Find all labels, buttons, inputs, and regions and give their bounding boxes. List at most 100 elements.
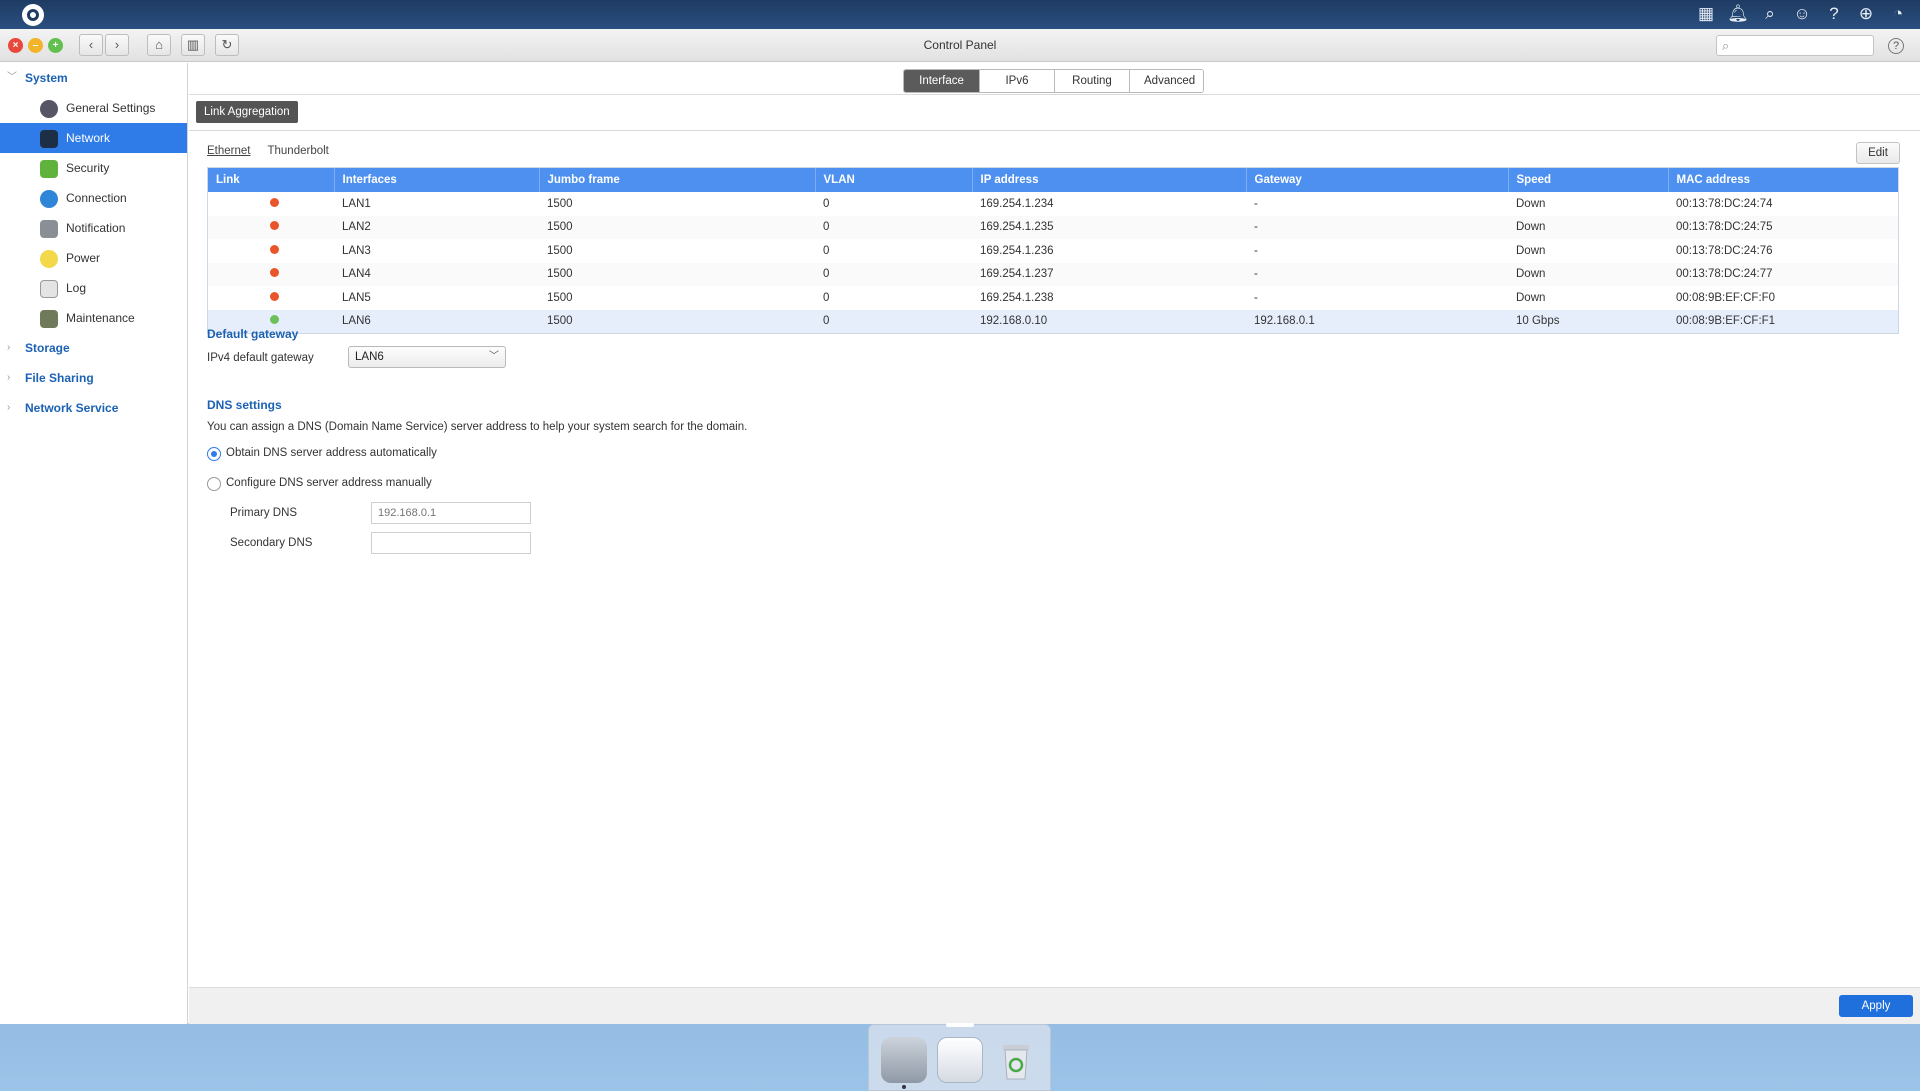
- language-globe-icon[interactable]: ⊕: [1854, 3, 1878, 25]
- sidebar-item-power[interactable]: Power: [0, 243, 187, 273]
- globe-icon: [40, 190, 58, 208]
- dns-description: You can assign a DNS (Domain Name Servic…: [207, 421, 748, 433]
- ip-address-cell: 169.254.1.236: [980, 244, 1054, 257]
- sidebar-item-network[interactable]: Network: [0, 123, 187, 153]
- sidebar-item-log[interactable]: Log: [0, 273, 187, 303]
- notification-bell-icon[interactable]: 🔔︎: [1726, 3, 1750, 25]
- qnap-logo-icon[interactable]: [22, 3, 44, 26]
- dashboard-icon[interactable]: ◔: [1886, 3, 1910, 25]
- interface-cell: LAN1: [342, 197, 371, 210]
- search-box[interactable]: ⌕: [1716, 35, 1874, 56]
- secondary-dns-label: Secondary DNS: [230, 537, 313, 549]
- network-icon: [40, 130, 58, 148]
- speed-cell: Down: [1516, 244, 1546, 257]
- vlan-cell: 0: [823, 197, 830, 210]
- control-panel-app-icon[interactable]: [881, 1037, 927, 1083]
- tab-advanced[interactable]: Advanced: [1129, 70, 1203, 92]
- dock: [868, 1023, 1051, 1091]
- bulb-icon: [40, 250, 58, 268]
- link-down-status-icon: [270, 197, 279, 207]
- column-header-vlan[interactable]: VLAN: [814, 168, 972, 192]
- chevron-right-icon: ›: [7, 402, 11, 413]
- table-row[interactable]: LAN6 1500 0 192.168.0.10 192.168.0.1 10 …: [208, 309, 1898, 333]
- gateway-cell: -: [1246, 262, 1508, 286]
- column-header-jumbo-frame[interactable]: Jumbo frame: [538, 168, 815, 192]
- main-content: Interface IPv6 Routing Advanced Link Agg…: [189, 63, 1920, 1024]
- ip-address-cell: 169.254.1.237: [972, 262, 1246, 286]
- chevron-down-icon: ﹀: [489, 351, 499, 362]
- app-center-icon[interactable]: [937, 1037, 983, 1083]
- interface-cell: LAN4: [334, 262, 539, 286]
- table-row[interactable]: LAN1 1500 0 169.254.1.234 - Down 00:13:7…: [208, 192, 1898, 216]
- speed-cell: Down: [1508, 215, 1668, 239]
- link-aggregation-button[interactable]: Link Aggregation: [196, 101, 298, 123]
- mac-address-cell: 00:08:9B:EF:CF:F0: [1676, 291, 1776, 304]
- bell-icon: [40, 220, 58, 238]
- log-icon: [40, 280, 58, 298]
- divider: [189, 94, 1920, 95]
- dns-manual-radio[interactable]: [207, 477, 221, 491]
- sidebar-item-security[interactable]: Security: [0, 153, 187, 183]
- subtab-thunderbolt[interactable]: Thunderbolt: [267, 145, 328, 157]
- subtab-ethernet[interactable]: Ethernet: [207, 145, 250, 157]
- sidebar-group-label: Storage: [25, 341, 70, 355]
- tab-routing[interactable]: Routing: [1054, 70, 1129, 92]
- user-icon[interactable]: ☺: [1790, 3, 1814, 25]
- column-header-link[interactable]: Link: [208, 168, 334, 192]
- link-cell: [208, 262, 334, 286]
- tab-interface[interactable]: Interface: [904, 70, 979, 92]
- dns-auto-label[interactable]: Obtain DNS server address automatically: [226, 447, 437, 459]
- tab-ipv6[interactable]: IPv6: [979, 70, 1054, 92]
- interface-cell: LAN3: [342, 244, 371, 257]
- help-icon[interactable]: ?: [1822, 3, 1846, 25]
- sidebar-group-file-sharing[interactable]: › File Sharing: [0, 363, 187, 393]
- search-input[interactable]: [1739, 38, 1869, 53]
- sidebar-group-label: System: [25, 71, 68, 85]
- search-icon[interactable]: ⌕: [1758, 3, 1782, 25]
- column-header-ip-address[interactable]: IP address: [971, 168, 1246, 192]
- sidebar-item-notification[interactable]: Notification: [0, 213, 187, 243]
- sidebar-item-general-settings[interactable]: General Settings: [0, 93, 187, 123]
- table-row[interactable]: LAN2 1500 0 169.254.1.235 - Down 00:13:7…: [208, 215, 1898, 239]
- dock-handle[interactable]: [946, 1023, 974, 1027]
- sidebar-item-label: Power: [66, 251, 101, 265]
- link-cell: [208, 192, 334, 216]
- column-header-interfaces[interactable]: Interfaces: [333, 168, 539, 192]
- tab-bar: Interface IPv6 Routing Advanced: [903, 69, 1204, 93]
- search-icon: ⌕: [1722, 38, 1730, 53]
- ipv4-default-gateway-select[interactable]: LAN6 ﹀: [348, 346, 506, 368]
- help-icon[interactable]: ?: [1888, 38, 1904, 54]
- control-panel-window: × – + ‹ › ⌂ ▥ ↻ Control Panel ⌕ ? ﹀ Syst…: [0, 29, 1920, 1024]
- table-row[interactable]: LAN4 1500 0 169.254.1.237 - Down 00:13:7…: [208, 262, 1898, 286]
- sidebar-item-maintenance[interactable]: Maintenance: [0, 303, 187, 333]
- secondary-dns-input[interactable]: [371, 532, 531, 554]
- recycle-bin-icon[interactable]: [993, 1037, 1039, 1083]
- table-row[interactable]: LAN3 1500 0 169.254.1.236 - Down 00:13:7…: [208, 239, 1898, 263]
- sidebar-item-label: Maintenance: [66, 311, 135, 325]
- table-header-row: Link Interfaces Jumbo frame VLAN IP addr…: [208, 168, 1898, 192]
- mac-address-cell: 00:08:9B:EF:CF:F1: [1668, 309, 1898, 333]
- footer-bar: Apply: [189, 987, 1920, 1024]
- system-bar: ▦ 🔔︎ ⌕ ☺ ? ⊕ ◔: [0, 0, 1920, 29]
- interface-cell: LAN5: [342, 291, 371, 304]
- sidebar: ﹀ System General Settings Network Securi…: [0, 63, 188, 1024]
- sidebar-group-storage[interactable]: › Storage: [0, 333, 187, 363]
- dns-manual-label[interactable]: Configure DNS server address manually: [226, 477, 432, 489]
- gateway-cell: -: [1246, 215, 1508, 239]
- column-header-speed[interactable]: Speed: [1507, 168, 1668, 192]
- running-indicator: [902, 1085, 906, 1089]
- apply-button[interactable]: Apply: [1839, 995, 1913, 1017]
- edit-button[interactable]: Edit: [1856, 142, 1900, 164]
- table-row[interactable]: LAN5 1500 0 169.254.1.238 - Down 00:08:9…: [208, 286, 1898, 310]
- primary-dns-input[interactable]: [371, 502, 531, 524]
- sidebar-item-connection[interactable]: Connection: [0, 183, 187, 213]
- dns-auto-radio[interactable]: [207, 447, 221, 461]
- apps-grid-icon[interactable]: ▦: [1694, 3, 1718, 25]
- column-header-gateway[interactable]: Gateway: [1245, 168, 1508, 192]
- default-gateway-heading: Default gateway: [207, 327, 299, 341]
- tools-icon: [40, 310, 58, 328]
- column-header-mac-address[interactable]: MAC address: [1667, 168, 1898, 192]
- sidebar-group-system[interactable]: ﹀ System: [0, 63, 187, 93]
- sidebar-group-network-service[interactable]: › Network Service: [0, 393, 187, 423]
- gateway-cell: -: [1254, 291, 1258, 304]
